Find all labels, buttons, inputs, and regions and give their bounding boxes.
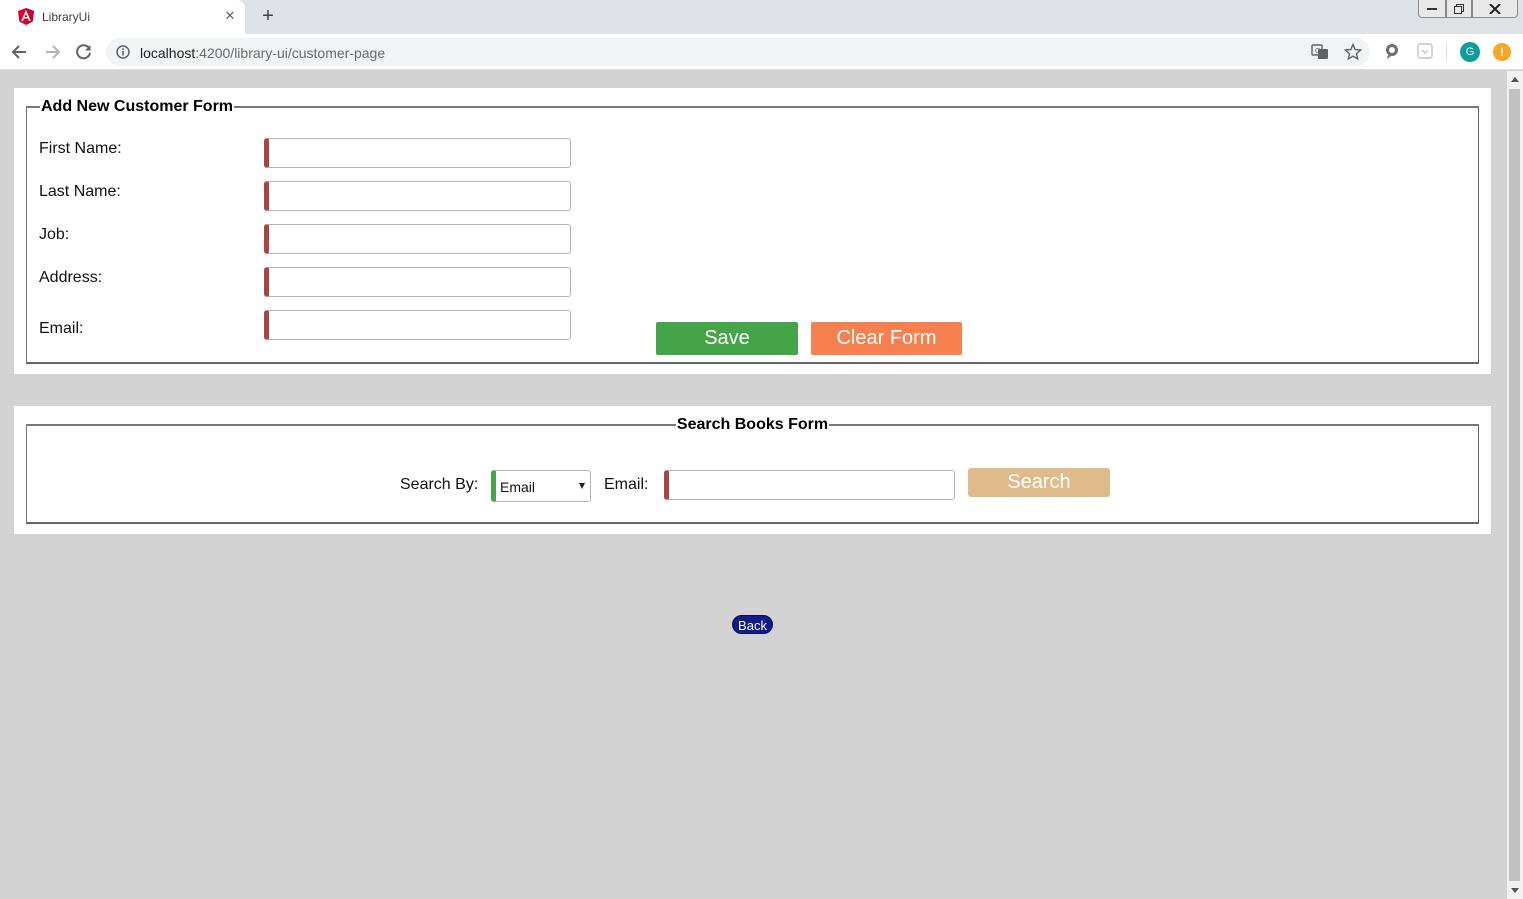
- browser-tab-bar: LibraryUi ✕ +: [0, 0, 1523, 34]
- new-tab-icon[interactable]: +: [258, 6, 278, 26]
- add-customer-fieldset: Add New Customer Form First Name: Last N…: [26, 98, 1479, 364]
- scrollbar-thumb[interactable]: [1509, 89, 1520, 881]
- extension-chat-icon[interactable]: [1383, 42, 1401, 60]
- url-host: localhost: [140, 45, 196, 61]
- search-by-select[interactable]: Email: [491, 470, 591, 502]
- search-books-fieldset: Search Books Form Search By: Email Email…: [26, 416, 1479, 524]
- restore-icon: [1454, 3, 1464, 14]
- url-path: :4200/library-ui/customer-page: [195, 45, 386, 61]
- profile-avatar[interactable]: G: [1460, 42, 1480, 62]
- page-scrollbar[interactable]: [1507, 71, 1523, 899]
- email-input[interactable]: [264, 310, 571, 340]
- browser-toolbar: localhost:4200/library-ui/customer-page …: [0, 34, 1523, 70]
- minimize-icon: [1427, 7, 1437, 10]
- first-name-input[interactable]: [264, 138, 571, 168]
- add-customer-panel: Add New Customer Form First Name: Last N…: [14, 88, 1491, 374]
- scroll-down-arrow-icon[interactable]: [1511, 888, 1519, 893]
- toolbar-separator: [1446, 44, 1447, 60]
- window-close-button[interactable]: [1472, 0, 1518, 18]
- translate-icon[interactable]: G: [1311, 43, 1329, 61]
- back-button[interactable]: Back: [732, 615, 773, 634]
- bookmark-star-icon[interactable]: [1344, 43, 1362, 61]
- first-name-label: First Name:: [39, 140, 122, 157]
- scroll-up-arrow-icon[interactable]: [1511, 77, 1519, 82]
- tab-title: LibraryUi: [42, 10, 91, 24]
- last-name-label: Last Name:: [39, 183, 121, 200]
- address-bar[interactable]: localhost:4200/library-ui/customer-page …: [106, 38, 1370, 66]
- address-label: Address:: [39, 269, 103, 286]
- search-email-input[interactable]: [664, 470, 955, 500]
- address-url[interactable]: localhost:4200/library-ui/customer-page: [140, 45, 385, 61]
- search-field-label: Email:: [604, 476, 649, 493]
- address-input[interactable]: [264, 267, 571, 297]
- search-by-label: Search By:: [400, 476, 479, 493]
- dropdown-caret-icon: [579, 483, 585, 489]
- job-label: Job:: [39, 226, 70, 243]
- clear-form-button[interactable]: Clear Form: [811, 322, 962, 355]
- search-books-legend: Search Books Form: [676, 416, 829, 433]
- window-restore-button[interactable]: [1446, 0, 1472, 18]
- add-customer-legend: Add New Customer Form: [41, 98, 234, 115]
- info-icon[interactable]: [116, 45, 130, 59]
- close-icon: [1489, 3, 1501, 14]
- job-input[interactable]: [264, 224, 571, 254]
- update-alert-icon[interactable]: !: [1493, 43, 1511, 61]
- email-label: Email:: [39, 320, 84, 337]
- reload-icon[interactable]: [74, 42, 94, 62]
- extension-pocket-icon[interactable]: [1416, 42, 1434, 60]
- save-button[interactable]: Save: [656, 322, 798, 355]
- search-button[interactable]: Search: [968, 468, 1110, 497]
- search-books-panel: Search Books Form Search By: Email Email…: [14, 406, 1491, 534]
- window-minimize-button[interactable]: [1418, 0, 1446, 18]
- tab-close-icon[interactable]: ✕: [222, 8, 238, 24]
- back-arrow-icon[interactable]: [10, 42, 30, 62]
- forward-arrow-icon[interactable]: [42, 42, 62, 62]
- svg-text:G: G: [1315, 47, 1320, 55]
- search-by-selected-value: Email: [500, 479, 536, 495]
- angular-logo-icon: [18, 8, 34, 25]
- last-name-input[interactable]: [264, 181, 571, 211]
- browser-tab[interactable]: LibraryUi ✕: [0, 0, 245, 34]
